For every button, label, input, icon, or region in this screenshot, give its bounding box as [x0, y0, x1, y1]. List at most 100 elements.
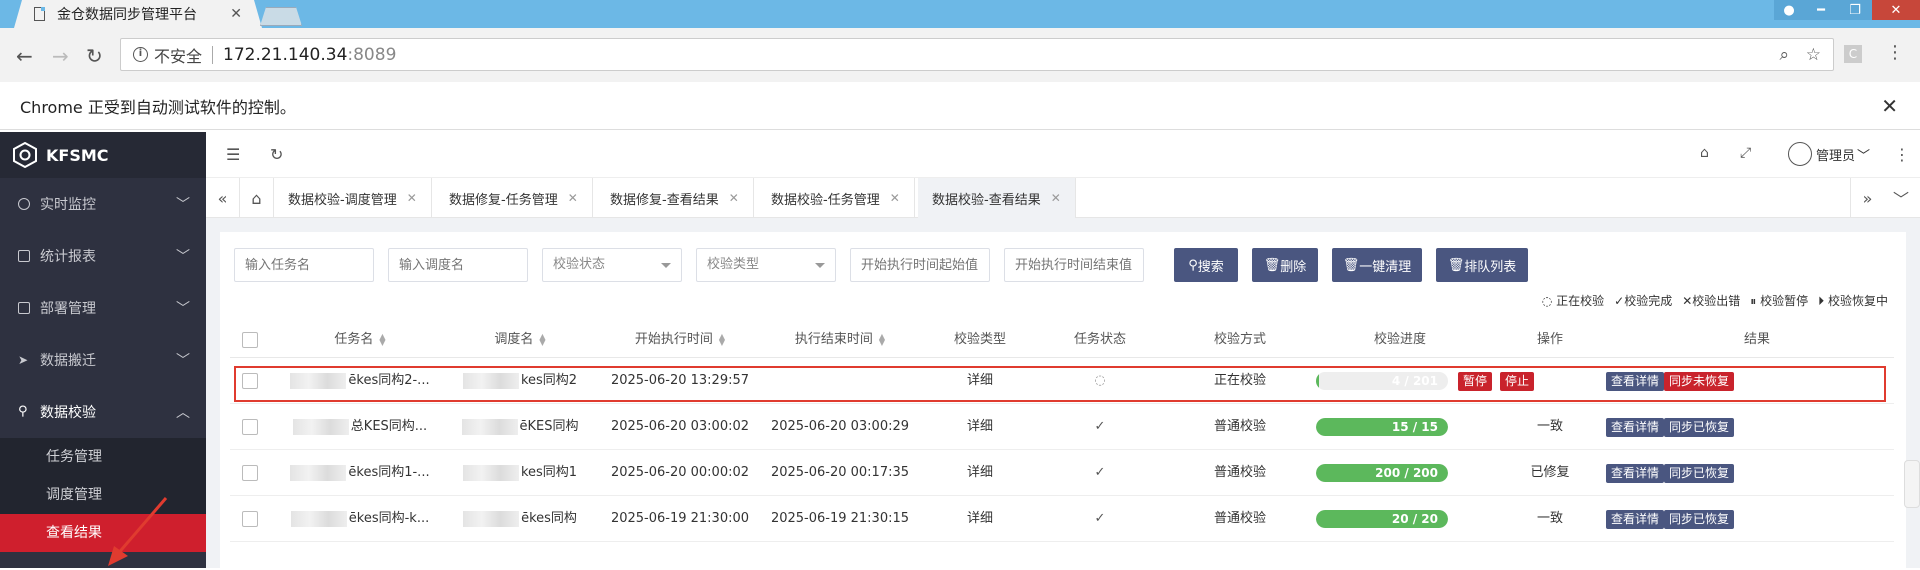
cell-check-type: 详细 [966, 373, 993, 388]
row-checkbox[interactable] [242, 373, 258, 389]
logo-icon [13, 142, 37, 168]
check-status-select[interactable]: 校验状态 [542, 248, 682, 282]
chevron-up-icon: ︿ [176, 405, 190, 421]
more-icon[interactable]: ⋮ [1894, 145, 1910, 164]
info-icon[interactable]: i [133, 47, 148, 62]
select-all-checkbox[interactable] [242, 332, 258, 348]
pause-button[interactable]: 暂停 [1458, 372, 1493, 391]
table-row: ēkes同构1-... kes同构1 2025-06-20 00:00:02 2025… [230, 450, 1894, 496]
row-checkbox[interactable] [242, 465, 258, 481]
refresh-icon[interactable]: ↻ [270, 145, 283, 164]
row-checkbox[interactable] [242, 511, 258, 527]
cell-start-time: 2025-06-19 21:30:00 [610, 511, 750, 526]
sidebar-item-reports[interactable]: 统计报表 ﹀ [0, 230, 206, 282]
close-icon[interactable]: ✕ [407, 191, 417, 205]
browser-tab[interactable]: 金仓数据同步管理平台 ✕ [14, 0, 262, 28]
sidebar-item-monitor[interactable]: 实时监控 ﹀ [0, 178, 206, 230]
col-start-time[interactable]: 开始执行时间 ▲ ▼ [600, 322, 760, 358]
user-icon[interactable]: ● [1774, 0, 1804, 20]
col-check-type: 校验类型 [953, 332, 1006, 347]
extension-icon[interactable]: C [1844, 45, 1862, 63]
stop-button[interactable]: 停止 [1500, 372, 1535, 391]
admin-menu[interactable]: 管理员 ﹀ [1788, 142, 1870, 166]
table-row: 总KES同构... ēKES同构 2025-06-20 03:00:02 2025-0… [230, 404, 1894, 450]
sidebar-item-deploy[interactable]: 部署管理 ﹀ [0, 282, 206, 334]
sync-status-button[interactable]: 同步已恢复 [1664, 418, 1735, 437]
home-icon[interactable]: ⌂ [240, 178, 274, 218]
tab-verify-schedule[interactable]: 数据校验-调度管理 ✕ [274, 178, 432, 218]
side-scroll-handle[interactable] [1904, 460, 1920, 508]
row-checkbox[interactable] [242, 419, 258, 435]
view-details-button[interactable]: 查看详情 [1606, 464, 1665, 483]
col-check-mode: 校验方式 [1213, 332, 1266, 347]
tab-verify-task[interactable]: 数据校验-任务管理 ✕ [757, 178, 915, 218]
close-icon[interactable]: ✕ [568, 191, 578, 205]
restore-icon[interactable]: ❐ [1838, 0, 1872, 20]
cell-task-name[interactable]: ēkes同构-k... [280, 496, 440, 542]
back-icon[interactable]: ← [16, 44, 33, 68]
new-tab-button[interactable] [260, 7, 302, 26]
start-time-from-input[interactable] [850, 248, 990, 282]
delete-button[interactable]: 🗑 删除 [1252, 248, 1318, 282]
search-button[interactable]: ⚲ 搜索 [1174, 248, 1238, 282]
check-type-select[interactable]: 校验类型 [696, 248, 836, 282]
cell-task-status: ✓ [1040, 450, 1160, 496]
cell-task-name[interactable]: 总KES同构... [280, 404, 440, 450]
search-icon: ⚲ [1188, 257, 1198, 273]
close-icon[interactable]: ✕ [1051, 191, 1061, 205]
tabs-menu-icon[interactable]: ﹀ [1884, 178, 1918, 218]
table-row: ēkes同构2-... kes同构2 2025-06-20 13:29:57 详细 ◌ 正… [230, 358, 1894, 404]
col-task-name[interactable]: 任务名 ▲ ▼ [280, 322, 440, 358]
tabs-scroll-left-icon[interactable]: « [206, 178, 240, 218]
close-icon[interactable]: ✕ [890, 191, 900, 205]
bookmark-star-icon[interactable]: ☆ [1806, 45, 1821, 65]
sync-status-button[interactable]: 同步未恢复 [1664, 372, 1735, 391]
forward-icon[interactable]: → [52, 44, 69, 68]
minimize-icon[interactable]: ━ [1804, 0, 1838, 20]
close-icon[interactable]: ✕ [729, 191, 739, 205]
tab-repair-result[interactable]: 数据修复-查看结果 ✕ [596, 178, 754, 218]
chevron-down-icon: ﹀ [176, 301, 190, 317]
sync-status-button[interactable]: 同步已恢复 [1664, 464, 1735, 483]
sync-status-button[interactable]: 同步已恢复 [1664, 510, 1735, 529]
tabs-scroll-right-icon[interactable]: » [1850, 178, 1884, 218]
x-icon: ✕ [1682, 294, 1693, 308]
clear-all-button[interactable]: 🗑 一键清理 [1332, 248, 1422, 282]
sidebar-item-migrate[interactable]: ➤ 数据搬迁 ﹀ [0, 334, 206, 386]
cell-check-type: 详细 [966, 511, 993, 526]
cell-check-mode: 普通校验 [1213, 465, 1266, 480]
sidebar-sub-task-manage[interactable]: 任务管理 [0, 438, 206, 476]
chevron-down-icon: ﹀ [176, 249, 190, 265]
zoom-icon[interactable]: ⌕ [1779, 45, 1789, 65]
view-details-button[interactable]: 查看详情 [1606, 510, 1665, 529]
view-details-button[interactable]: 查看详情 [1606, 418, 1665, 437]
tag-icon[interactable]: ⌂ [1700, 145, 1709, 161]
browser-menu-icon[interactable]: ⋮ [1886, 42, 1904, 63]
logo-text: KFSMC [46, 145, 109, 165]
top-bar: ☰ ↻ ⌂ ⤢ 管理员 ﹀ ⋮ [206, 132, 1920, 178]
close-window-icon[interactable]: ✕ [1872, 0, 1920, 20]
tab-verify-result[interactable]: 数据校验-查看结果 ✕ [918, 178, 1076, 218]
close-tab-icon[interactable]: ✕ [230, 6, 242, 22]
tab-repair-task[interactable]: 数据修复-任务管理 ✕ [435, 178, 593, 218]
address-input[interactable]: i 不安全 172.21.140.34 :8089 ⌕ ☆ [120, 38, 1834, 71]
collapse-menu-icon[interactable]: ☰ [226, 145, 240, 164]
start-time-to-input[interactable] [1004, 248, 1144, 282]
app-logo: KFSMC [0, 132, 206, 178]
schedule-name-input[interactable] [388, 248, 528, 282]
report-icon [18, 250, 30, 262]
col-schedule-name[interactable]: 调度名 ▲ ▼ [440, 322, 600, 358]
reload-icon[interactable]: ↻ [86, 44, 103, 68]
legend-resuming: ⏵ 校验恢复中 [1818, 294, 1888, 308]
cell-task-name[interactable]: ēkes同构1-... [280, 450, 440, 496]
queue-list-button[interactable]: 🗑 排队列表 [1436, 248, 1528, 282]
view-details-button[interactable]: 查看详情 [1606, 372, 1665, 391]
sidebar-item-verify[interactable]: ⚲ 数据校验 ︿ [0, 386, 206, 438]
close-infobar-icon[interactable]: ✕ [1881, 94, 1898, 118]
col-end-time[interactable]: 执行结束时间 ▲ ▼ [760, 322, 920, 358]
sort-icon: ▲ ▼ [718, 331, 726, 347]
task-name-input[interactable] [234, 248, 374, 282]
chevron-down-icon: ﹀ [1857, 148, 1871, 164]
fullscreen-icon[interactable]: ⤢ [1740, 145, 1751, 161]
cell-task-name[interactable]: ēkes同构2-... [280, 358, 440, 404]
